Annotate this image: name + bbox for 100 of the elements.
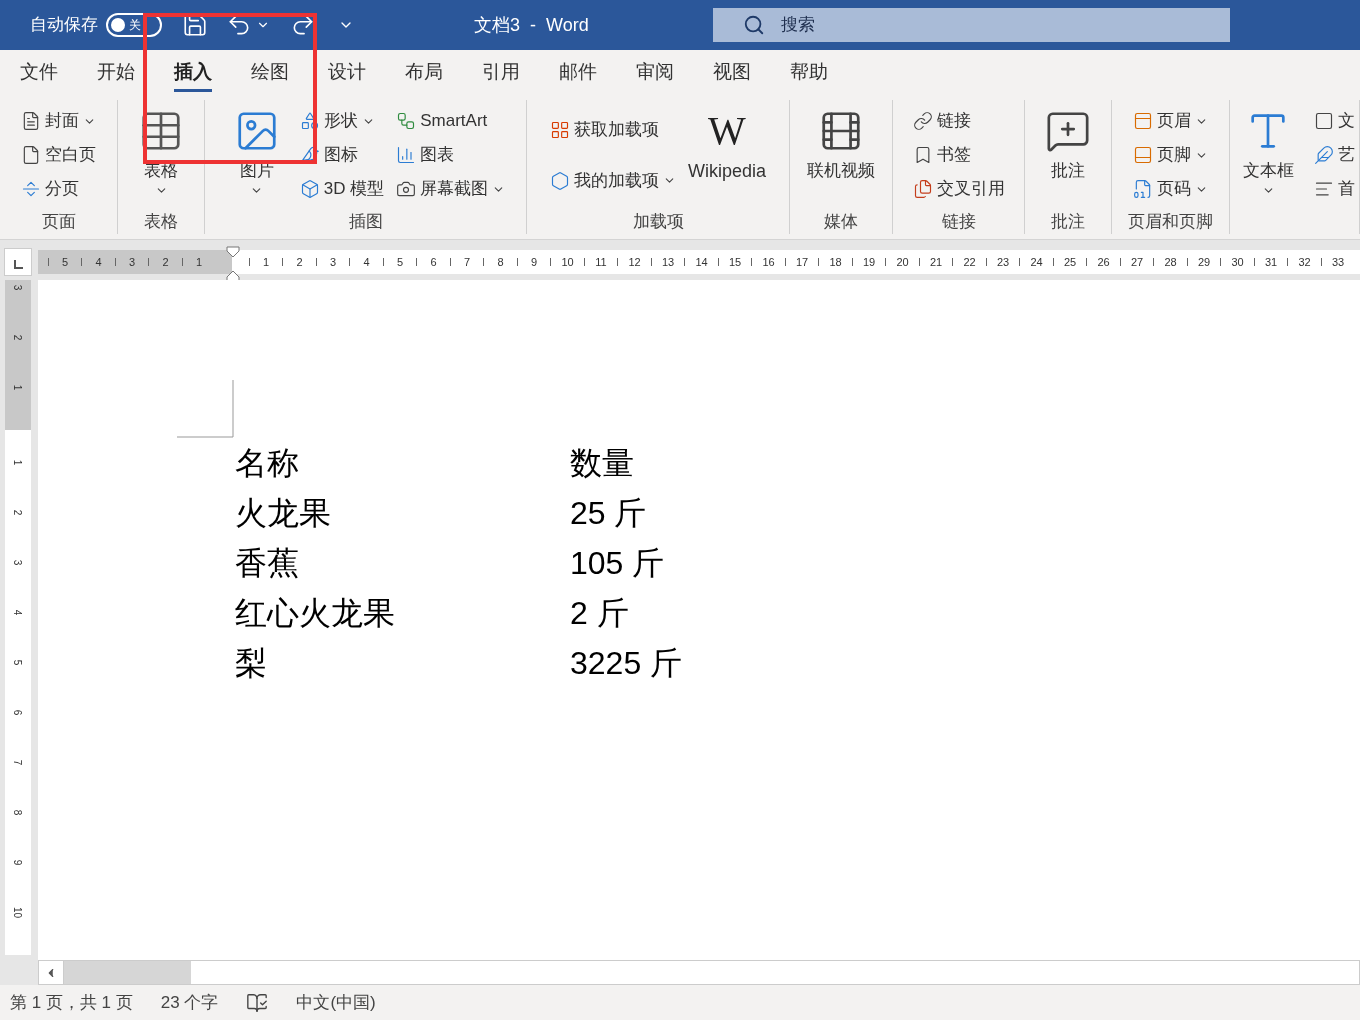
- autosave-toggle[interactable]: 关: [106, 13, 162, 37]
- tab-stop-icon: [13, 260, 23, 269]
- ribbon-button[interactable]: 页码: [1129, 173, 1212, 205]
- search-field[interactable]: 搜索: [713, 8, 1230, 42]
- ruler-number: 10: [11, 906, 25, 919]
- quantity-text: 2 斤: [570, 594, 629, 633]
- shapes-icon: [299, 111, 320, 131]
- page-count[interactable]: 第 1 页，共 1 页: [10, 989, 133, 1016]
- item-name-text: 名称: [235, 444, 300, 483]
- ruler-number: 4: [362, 254, 371, 270]
- ribbon-tab[interactable]: 审阅: [636, 50, 674, 95]
- ribbon-large-button[interactable]: W Wikipedia: [684, 100, 770, 210]
- search-input[interactable]: 搜索: [781, 12, 981, 38]
- ruler-number: 6: [11, 709, 25, 716]
- ribbon-button[interactable]: 分页: [17, 173, 100, 205]
- ruler-number: 26: [1096, 254, 1111, 270]
- ribbon-button[interactable]: 图标: [295, 139, 389, 171]
- autosave-label: 自动保存: [30, 14, 98, 37]
- ribbon-button[interactable]: 链接: [908, 105, 1009, 137]
- wikipedia-logo: W: [708, 108, 746, 154]
- word-count[interactable]: 23 个字: [160, 989, 219, 1016]
- ruler-number: 11: [594, 254, 608, 270]
- item-name-text: 火龙果: [235, 494, 332, 533]
- link-icon: [912, 111, 933, 131]
- margin-corner-mark: [177, 380, 235, 438]
- page-icon: [21, 111, 41, 131]
- scroll-thumb[interactable]: [64, 961, 191, 984]
- ruler-number: 17: [794, 254, 810, 270]
- ribbon-button[interactable]: 页脚: [1129, 139, 1212, 171]
- indent-marker[interactable]: [226, 246, 240, 282]
- item-name-text: 红心火龙果: [235, 594, 396, 633]
- ruler-number: 16: [761, 254, 776, 270]
- ribbon-tab[interactable]: 设计: [328, 50, 366, 95]
- ribbon-tab[interactable]: 视图: [713, 50, 751, 95]
- ruler-number: 2: [161, 254, 170, 270]
- quantity-text: 数量: [570, 444, 634, 483]
- ruler-number: 21: [928, 254, 944, 270]
- ribbon-tab[interactable]: 文件: [20, 50, 58, 95]
- ribbon-button[interactable]: 艺: [1309, 139, 1359, 171]
- group-label: 链接: [941, 211, 976, 234]
- ruler-number: 32: [1297, 254, 1312, 270]
- quantity-text: 105 斤: [570, 544, 665, 583]
- ribbon-tab[interactable]: 绘图: [251, 50, 289, 95]
- ruler-number: 31: [1263, 254, 1279, 270]
- ribbon-button[interactable]: 文: [1309, 105, 1359, 137]
- ruler-number: 2: [11, 509, 25, 516]
- ruler-number: 7: [462, 254, 472, 270]
- ruler-number: 22: [962, 254, 977, 270]
- ribbon-button[interactable]: 屏幕截图: [392, 173, 510, 205]
- ribbon-button[interactable]: 封面: [17, 105, 100, 137]
- ribbon-large-button[interactable]: 批注: [1033, 100, 1103, 210]
- ribbon-tab[interactable]: 开始: [97, 50, 135, 95]
- ruler-number: 9: [529, 254, 539, 270]
- ribbon-button[interactable]: 图表: [392, 139, 510, 171]
- ribbon-button[interactable]: 获取加载项: [546, 113, 680, 146]
- ribbon-button[interactable]: 首: [1309, 173, 1359, 205]
- ribbon-button[interactable]: 3D 模型: [295, 173, 389, 205]
- ruler-number: 30: [1230, 254, 1245, 270]
- ribbon-button[interactable]: 形状: [295, 105, 389, 137]
- ribbon-large-button[interactable]: 表格: [126, 100, 196, 210]
- ribbon-tab[interactable]: 引用: [482, 50, 520, 95]
- ruler-number: 8: [11, 809, 25, 816]
- ruler-number: 5: [60, 254, 70, 270]
- blank-page-icon: [21, 145, 41, 165]
- quantity-text: 25 斤: [570, 494, 647, 533]
- ruler-number: 3: [328, 254, 338, 270]
- ruler-number: 27: [1129, 254, 1145, 270]
- item-name-text: 香蕉: [235, 544, 300, 583]
- ribbon-button[interactable]: 书签: [908, 139, 1009, 171]
- ruler-number: 15: [727, 254, 743, 270]
- proofing-icon[interactable]: [246, 991, 269, 1014]
- ruler-number: 5: [395, 254, 405, 270]
- ribbon-large-button[interactable]: 联机视频: [795, 100, 887, 210]
- quantity-text: 3225 斤: [570, 644, 683, 683]
- ruler-number: 23: [995, 254, 1011, 270]
- ribbon-button[interactable]: 我的加载项: [546, 164, 680, 197]
- ribbon-button[interactable]: 交叉引用: [908, 173, 1009, 205]
- ruler-number: 3: [11, 559, 25, 566]
- language-indicator[interactable]: 中文(中国): [296, 989, 376, 1016]
- ribbon-tab[interactable]: 帮助: [790, 50, 828, 95]
- ruler-number: 4: [94, 254, 103, 270]
- ribbon-button[interactable]: 空白页: [17, 139, 100, 171]
- ruler-number: 24: [1029, 254, 1044, 270]
- ruler-number: 33: [1330, 254, 1346, 270]
- grid-plus-icon: [550, 119, 570, 140]
- ribbon-tab[interactable]: 插入: [174, 50, 212, 95]
- ribbon-tab[interactable]: 布局: [405, 50, 443, 95]
- ruler-number: 8: [496, 254, 505, 270]
- ribbon-button[interactable]: SmartArt: [392, 105, 510, 137]
- search-icon: [743, 14, 765, 36]
- ruler-number: 25: [1062, 254, 1078, 270]
- page-number-icon: [1133, 179, 1153, 199]
- ribbon-button[interactable]: 页眉: [1129, 105, 1212, 137]
- ruler-number: 2: [11, 334, 25, 341]
- ruler-number: 28: [1163, 254, 1178, 270]
- tab-stop-selector[interactable]: [4, 248, 32, 276]
- ribbon-large-button[interactable]: 文本框: [1230, 100, 1306, 210]
- group-label: 媒体: [824, 211, 858, 234]
- ribbon-tab[interactable]: 邮件: [559, 50, 597, 95]
- ruler-number: 19: [861, 254, 877, 270]
